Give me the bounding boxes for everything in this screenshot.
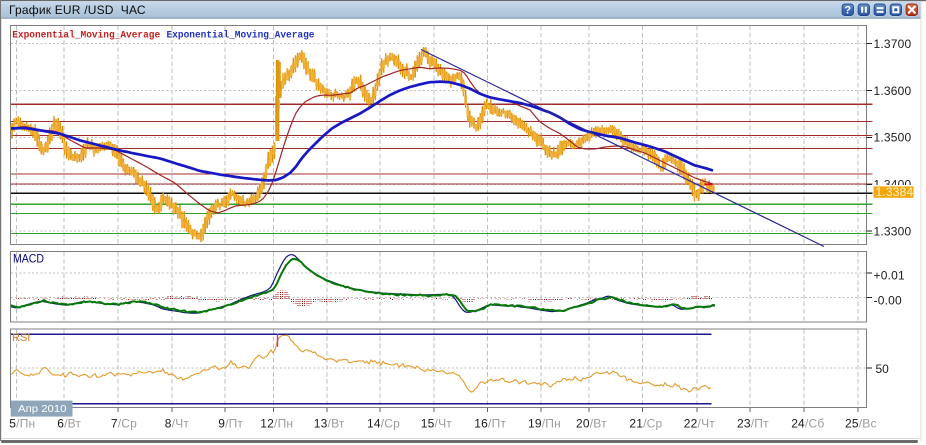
- svg-text:14/Ср: 14/Ср: [367, 417, 400, 431]
- svg-text:19/Пн: 19/Пн: [528, 417, 561, 431]
- svg-text:1.3384: 1.3384: [876, 185, 914, 199]
- svg-text:1.3500: 1.3500: [874, 131, 912, 145]
- svg-text:+0.01: +0.01: [874, 269, 905, 283]
- svg-text:Exponential_Moving_Average: Exponential_Moving_Average: [12, 29, 160, 41]
- svg-text:Exponential_Moving_Average: Exponential_Moving_Average: [167, 29, 315, 41]
- svg-text:13/Вт: 13/Вт: [314, 417, 345, 431]
- svg-text:15/Чт: 15/Чт: [421, 417, 452, 431]
- svg-text:9/Пт: 9/Пт: [218, 417, 243, 431]
- svg-text:5/Пн: 5/Пн: [9, 417, 35, 431]
- svg-text:23/Пт: 23/Пт: [737, 417, 769, 431]
- svg-text:Апр 2010: Апр 2010: [18, 404, 67, 415]
- svg-text:-0.00: -0.00: [874, 293, 902, 307]
- svg-text:1.3600: 1.3600: [874, 84, 912, 98]
- svg-text:1.3300: 1.3300: [874, 225, 912, 239]
- svg-text:16/Пт: 16/Пт: [474, 417, 506, 431]
- svg-text:7/Ср: 7/Ср: [111, 417, 137, 431]
- svg-text:22/Чт: 22/Чт: [684, 417, 715, 431]
- svg-text:?: ?: [844, 5, 851, 17]
- svg-text:6/Вт: 6/Вт: [57, 417, 81, 431]
- svg-text:20/Вт: 20/Вт: [576, 417, 607, 431]
- svg-text:50: 50: [876, 362, 890, 376]
- svg-text:RSI: RSI: [12, 332, 30, 344]
- svg-text:8/Чт: 8/Чт: [165, 417, 190, 431]
- svg-text:График EUR /USD ЧАС: График EUR /USD ЧАС: [9, 3, 146, 17]
- svg-text:MACD: MACD: [13, 253, 44, 265]
- svg-text:24/Сб: 24/Сб: [791, 417, 824, 431]
- svg-text:25/Вс: 25/Вс: [845, 417, 877, 431]
- svg-text:1.3700: 1.3700: [874, 37, 912, 51]
- svg-text:12/Пн: 12/Пн: [260, 417, 293, 431]
- svg-text:21/Ср: 21/Ср: [629, 417, 662, 431]
